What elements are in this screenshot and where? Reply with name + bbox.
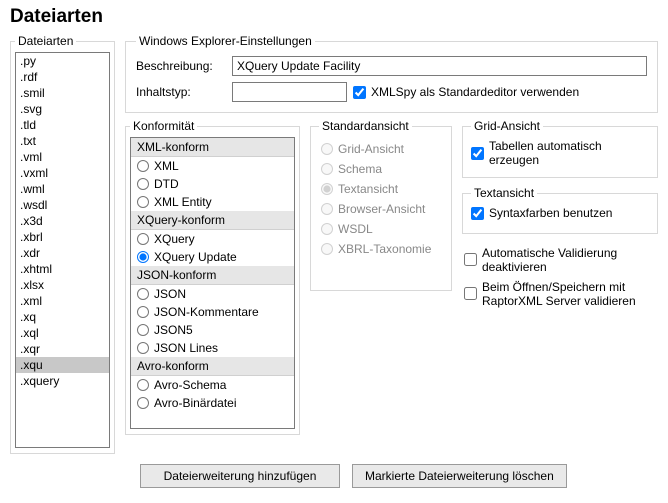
conformance-header: XQuery-konform xyxy=(131,211,294,230)
add-extension-button[interactable]: Dateierweiterung hinzufügen xyxy=(140,464,340,488)
filetype-item[interactable]: .xbrl xyxy=(16,229,109,245)
autovalidate-label: Automatische Validierung deaktivieren xyxy=(482,246,658,274)
conformance-option[interactable]: JSON-Kommentare xyxy=(131,303,294,321)
conformance-header: XML-konform xyxy=(131,138,294,157)
raptorxml-label: Beim Öffnen/Speichern mit RaptorXML Serv… xyxy=(482,280,658,308)
raptorxml-checkbox[interactable]: Beim Öffnen/Speichern mit RaptorXML Serv… xyxy=(464,280,658,308)
conformance-option[interactable]: XML Entity xyxy=(131,193,294,211)
standardview-group: Standardansicht Grid-Ansicht Schema Textan… xyxy=(310,119,452,291)
filetype-item[interactable]: .xqr xyxy=(16,341,109,357)
filetype-item[interactable]: .xq xyxy=(16,309,109,325)
conformance-option[interactable]: Avro-Schema xyxy=(131,376,294,394)
filetype-item[interactable]: .xql xyxy=(16,325,109,341)
conformance-option[interactable]: JSON5 xyxy=(131,321,294,339)
description-label: Beschreibung: xyxy=(136,59,226,73)
conformance-option-label: Avro-Binärdatei xyxy=(154,396,237,410)
standardview-option: Schema xyxy=(319,159,443,179)
standardview-option-label: Textansicht xyxy=(338,182,398,196)
textview-legend: Textansicht xyxy=(471,186,537,200)
standardview-option: XBRL-Taxonomie xyxy=(319,239,443,259)
filetypes-group: Dateiarten .py.rdf.smil.svg.tld.txt.vml.… xyxy=(10,34,115,454)
filetype-item[interactable]: .tld xyxy=(16,117,109,133)
conformance-option[interactable]: XML xyxy=(131,157,294,175)
conformance-option-label: JSON xyxy=(154,287,186,301)
conformance-option-label: DTD xyxy=(154,177,179,191)
filetypes-legend: Dateiarten xyxy=(15,34,76,48)
conformance-legend: Konformität xyxy=(130,119,197,133)
conformance-option[interactable]: XQuery Update xyxy=(131,248,294,266)
filetype-item[interactable]: .xhtml xyxy=(16,261,109,277)
syntaxcolor-label: Syntaxfarben benutzen xyxy=(489,206,612,220)
filetype-item[interactable]: .xqu xyxy=(16,357,109,373)
filetype-item[interactable]: .wsdl xyxy=(16,197,109,213)
filetype-item[interactable]: .xdr xyxy=(16,245,109,261)
conformance-option-label: XQuery xyxy=(154,232,195,246)
explorer-legend: Windows Explorer-Einstellungen xyxy=(136,34,315,48)
filetypes-list[interactable]: .py.rdf.smil.svg.tld.txt.vml.vxml.wml.ws… xyxy=(15,52,110,448)
filetype-item[interactable]: .xquery xyxy=(16,373,109,389)
filetype-item[interactable]: .py xyxy=(16,53,109,69)
syntaxcolor-checkbox[interactable]: Syntaxfarben benutzen xyxy=(471,206,612,220)
conformance-option-label: XQuery Update xyxy=(154,250,237,264)
conformance-option[interactable]: JSON Lines xyxy=(131,339,294,357)
conformance-option-label: XML xyxy=(154,159,179,173)
autovalidate-checkbox[interactable]: Automatische Validierung deaktivieren xyxy=(464,246,658,274)
standardview-option: Browser-Ansicht xyxy=(319,199,443,219)
description-input[interactable] xyxy=(232,56,647,76)
conformance-option-label: JSON Lines xyxy=(154,341,218,355)
standardview-option-label: WSDL xyxy=(338,222,373,236)
filetype-item[interactable]: .vml xyxy=(16,149,109,165)
autotables-label: Tabellen automatisch erzeugen xyxy=(489,139,649,167)
conformance-option[interactable]: XQuery xyxy=(131,230,294,248)
contenttype-label: Inhaltstyp: xyxy=(136,85,226,99)
conformance-option-label: XML Entity xyxy=(154,195,212,209)
filetype-item[interactable]: .txt xyxy=(16,133,109,149)
page-title: Dateiarten xyxy=(10,6,658,28)
filetype-item[interactable]: .xlsx xyxy=(16,277,109,293)
std-editor-label: XMLSpy als Standardeditor verwenden xyxy=(371,85,579,99)
filetype-item[interactable]: .xml xyxy=(16,293,109,309)
standardview-option-label: Browser-Ansicht xyxy=(338,202,425,216)
textview-group: Textansicht Syntaxfarben benutzen xyxy=(462,186,658,234)
filetype-item[interactable]: .x3d xyxy=(16,213,109,229)
gridview-group: Grid-Ansicht Tabellen automatisch erzeug… xyxy=(462,119,658,178)
conformance-option[interactable]: DTD xyxy=(131,175,294,193)
conformance-header: Avro-konform xyxy=(131,357,294,376)
std-editor-checkbox[interactable]: XMLSpy als Standardeditor verwenden xyxy=(353,85,579,99)
conformance-option-label: Avro-Schema xyxy=(154,378,226,392)
delete-extension-button[interactable]: Markierte Dateierweiterung löschen xyxy=(352,464,567,488)
filetype-item[interactable]: .wml xyxy=(16,181,109,197)
conformance-group: Konformität XML-konformXMLDTDXML EntityX… xyxy=(125,119,300,435)
standardview-option-label: XBRL-Taxonomie xyxy=(338,242,431,256)
standardview-option: Textansicht xyxy=(319,179,443,199)
gridview-legend: Grid-Ansicht xyxy=(471,119,543,133)
conformance-option-label: JSON-Kommentare xyxy=(154,305,259,319)
standardview-option: Grid-Ansicht xyxy=(319,139,443,159)
conformance-list[interactable]: XML-konform XML DTD XML Entity XQuery-konfor… xyxy=(130,137,295,429)
conformance-option[interactable]: JSON xyxy=(131,285,294,303)
explorer-settings-group: Windows Explorer-Einstellungen Beschreib… xyxy=(125,34,658,113)
standardview-legend: Standardansicht xyxy=(319,119,412,133)
autotables-checkbox[interactable]: Tabellen automatisch erzeugen xyxy=(471,139,649,167)
standardview-option-label: Grid-Ansicht xyxy=(338,142,404,156)
standardview-option: WSDL xyxy=(319,219,443,239)
filetype-item[interactable]: .vxml xyxy=(16,165,109,181)
filetype-item[interactable]: .svg xyxy=(16,101,109,117)
filetype-item[interactable]: .smil xyxy=(16,85,109,101)
conformance-header: JSON-konform xyxy=(131,266,294,285)
conformance-option-label: JSON5 xyxy=(154,323,193,337)
conformance-option[interactable]: Avro-Binärdatei xyxy=(131,394,294,412)
contenttype-input[interactable] xyxy=(232,82,347,102)
standardview-option-label: Schema xyxy=(338,162,382,176)
filetype-item[interactable]: .rdf xyxy=(16,69,109,85)
